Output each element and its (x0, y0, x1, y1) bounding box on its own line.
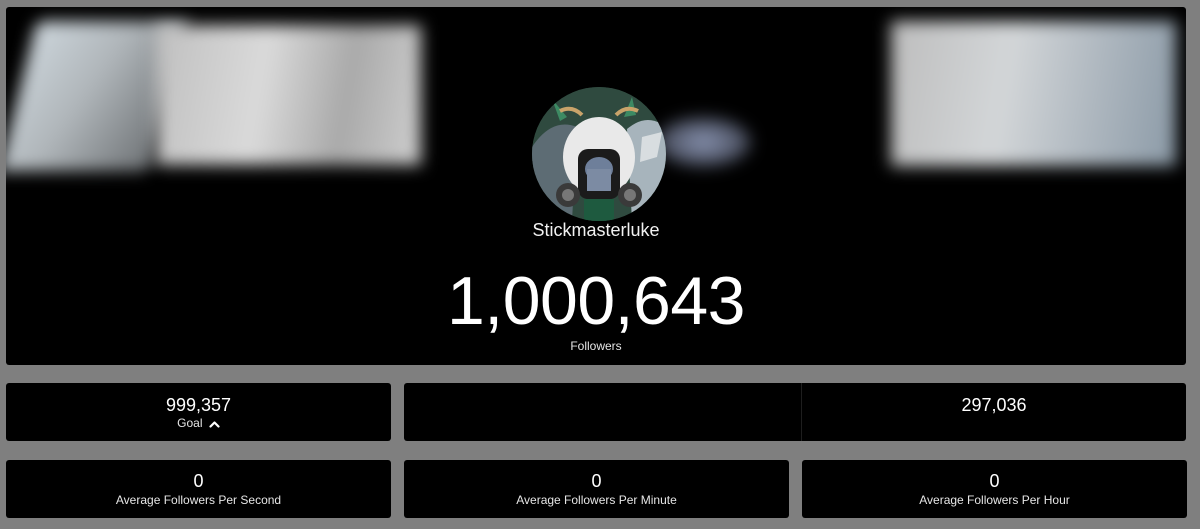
avg-per-minute-card: 0 Average Followers Per Minute (404, 460, 789, 518)
goal-label-row[interactable]: Goal (6, 416, 391, 430)
username: Stickmasterluke (532, 220, 660, 240)
avg-per-minute-label: Average Followers Per Minute (516, 493, 677, 507)
avg-per-hour-card: 0 Average Followers Per Hour (802, 460, 1187, 518)
avg-per-second-value: 0 (193, 471, 204, 491)
banner-image-blur-center (656, 117, 751, 167)
avg-per-hour-label: Average Followers Per Hour (919, 493, 1070, 507)
avatar-image (532, 87, 666, 221)
goal-label: Goal (177, 416, 203, 430)
avg-per-hour-value: 0 (989, 471, 1000, 491)
banner-image-blur-right (891, 21, 1176, 166)
secondary-stats-card: 297,036 (404, 383, 1186, 441)
avg-per-second-label: Average Followers Per Second (115, 493, 282, 507)
avatar[interactable] (532, 87, 666, 221)
avg-per-minute-value: 0 (591, 471, 602, 491)
goal-value: 999,357 (165, 395, 232, 415)
chevron-up-icon[interactable] (209, 420, 220, 428)
followers-label: Followers (570, 339, 622, 353)
banner-image-blur-left-center (156, 25, 421, 165)
avg-per-second-card: 0 Average Followers Per Second (6, 460, 391, 518)
follower-count: 1,000,643 (446, 263, 746, 339)
profile-banner: Stickmasterluke 1,000,643 Followers (6, 7, 1186, 365)
goal-card: 999,357 Goal (6, 383, 391, 441)
secondary-stat-value: 297,036 (961, 395, 1027, 415)
